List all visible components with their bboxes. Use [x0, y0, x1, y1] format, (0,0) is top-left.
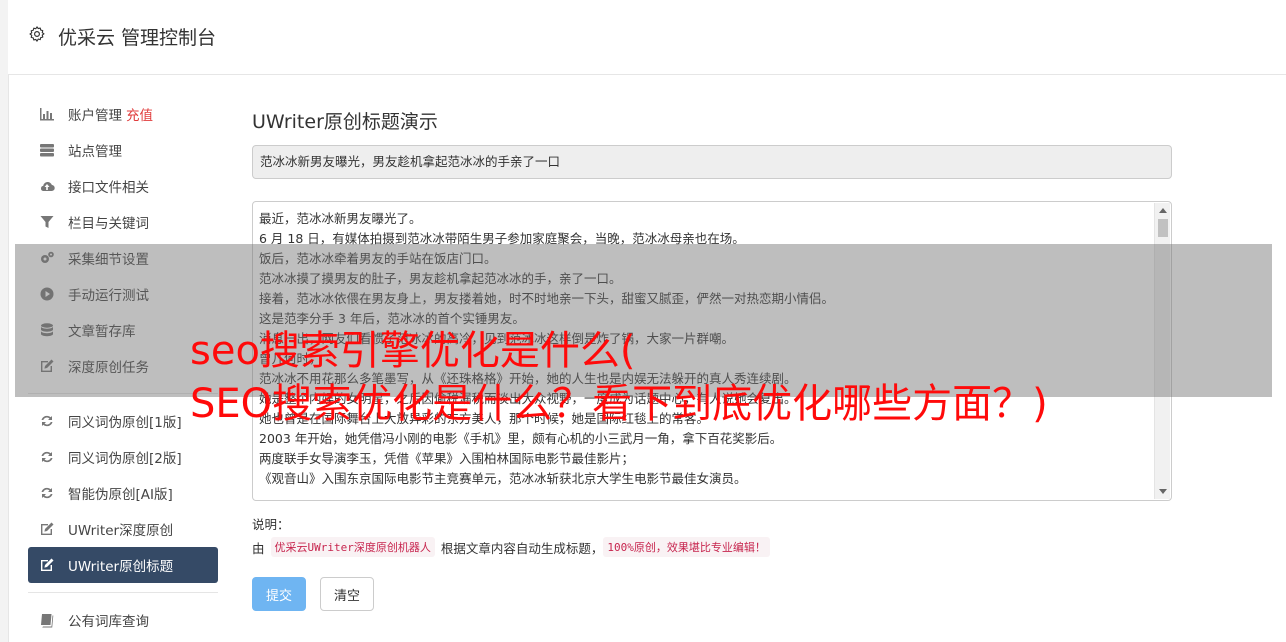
edit-icon — [38, 557, 56, 573]
sidebar-item-columns-keywords[interactable]: 栏目与关键词 — [28, 204, 218, 240]
sidebar-item-label: 智能伪原创[AI版] — [68, 487, 173, 503]
scroll-up-icon[interactable] — [1159, 208, 1167, 213]
scroll-thumb[interactable] — [1158, 219, 1168, 237]
overlay-line-2: SEO搜索优化是什么？看下到底优化哪些方面？) — [190, 381, 1048, 427]
top-header: 优采云 管理控制台 — [8, 0, 1286, 75]
article-line: 2003 年开始，她凭借冯小刚的电影《手机》里，颇有心机的小三武月一角，拿下百花… — [259, 431, 783, 446]
sidebar-item-label: 栏目与关键词 — [68, 216, 149, 232]
book-icon — [38, 612, 56, 628]
sidebar-item-label: 公有词库查询 — [68, 614, 149, 630]
sidebar-item-label: 站点管理 — [68, 144, 122, 160]
generated-title-field[interactable]: 范冰冰新男友曝光，男友趁机拿起范冰冰的手亲了一口 — [252, 145, 1172, 179]
submit-button[interactable]: 提交 — [252, 577, 306, 611]
refresh-icon — [38, 485, 56, 501]
bar-chart-icon — [38, 106, 56, 122]
article-line: 《观音山》入围东京国际电影节主竞赛单元，范冰冰斩获北京大学生电影节最佳女演员。 — [259, 471, 747, 486]
refresh-icon — [38, 413, 56, 429]
note-label: 说明： — [252, 517, 290, 532]
sidebar-item-ai-rewrite[interactable]: 智能伪原创[AI版] — [28, 475, 218, 511]
sidebar-item-interface-files[interactable]: 接口文件相关 — [28, 168, 218, 204]
note-middle: 根据文章内容自动生成标题， — [440, 540, 604, 556]
sidebar-item-uwriter-deep[interactable]: UWriter深度原创 — [28, 511, 218, 547]
clear-button[interactable]: 清空 — [320, 577, 374, 611]
sidebar-item-label: 同义词伪原创[2版] — [68, 451, 182, 467]
sidebar-item-synonym-v2[interactable]: 同义词伪原创[2版] — [28, 439, 218, 475]
gear-icon — [29, 26, 45, 42]
sidebar-item-label: 账户管理 — [68, 108, 122, 124]
sidebar-item-account[interactable]: 账户管理 充值 — [28, 96, 218, 132]
sidebar-item-label: UWriter原创标题 — [68, 559, 174, 575]
filter-icon — [38, 214, 56, 230]
article-line: 最近，范冰冰新男友曝光了。 — [259, 211, 422, 226]
article-line: 两度联手女导演李玉，凭借《苹果》入围柏林国际电影节最佳影片； — [259, 451, 635, 466]
sidebar-divider — [28, 592, 218, 593]
sidebar-item-uwriter-title[interactable]: UWriter原创标题 — [28, 547, 218, 583]
edit-icon — [38, 521, 56, 537]
note-robot-name: 优采云UWriter深度原创机器人 — [270, 537, 435, 557]
app-title: 优采云 管理控制台 — [58, 27, 217, 49]
sidebar-item-sites[interactable]: 站点管理 — [28, 132, 218, 168]
sidebar-item-label: 接口文件相关 — [68, 180, 149, 196]
cloud-upload-icon — [38, 178, 56, 194]
scroll-down-icon[interactable] — [1159, 489, 1167, 494]
sidebar-item-label: 同义词伪原创[1版] — [68, 415, 182, 431]
refresh-icon — [38, 449, 56, 465]
page-title: UWriter原创标题演示 — [252, 111, 438, 133]
note-text: 由 优采云UWriter深度原创机器人 根据文章内容自动生成标题， 100%原创… — [252, 537, 770, 557]
server-icon — [38, 142, 56, 158]
sidebar-item-public-lexicon[interactable]: 公有词库查询 — [28, 602, 218, 638]
recharge-link[interactable]: 充值 — [126, 104, 153, 124]
note-prefix: 由 — [252, 540, 265, 556]
overlay-line-1: seo搜索引擎优化是什么( — [190, 328, 636, 374]
overlay-headline: seo搜索引擎优化是什么( SEO搜索优化是什么？看下到底优化哪些方面？) — [190, 325, 1048, 431]
sidebar-item-label: UWriter深度原创 — [68, 523, 174, 539]
note-highlight: 100%原创，效果堪比专业编辑！ — [603, 537, 770, 557]
